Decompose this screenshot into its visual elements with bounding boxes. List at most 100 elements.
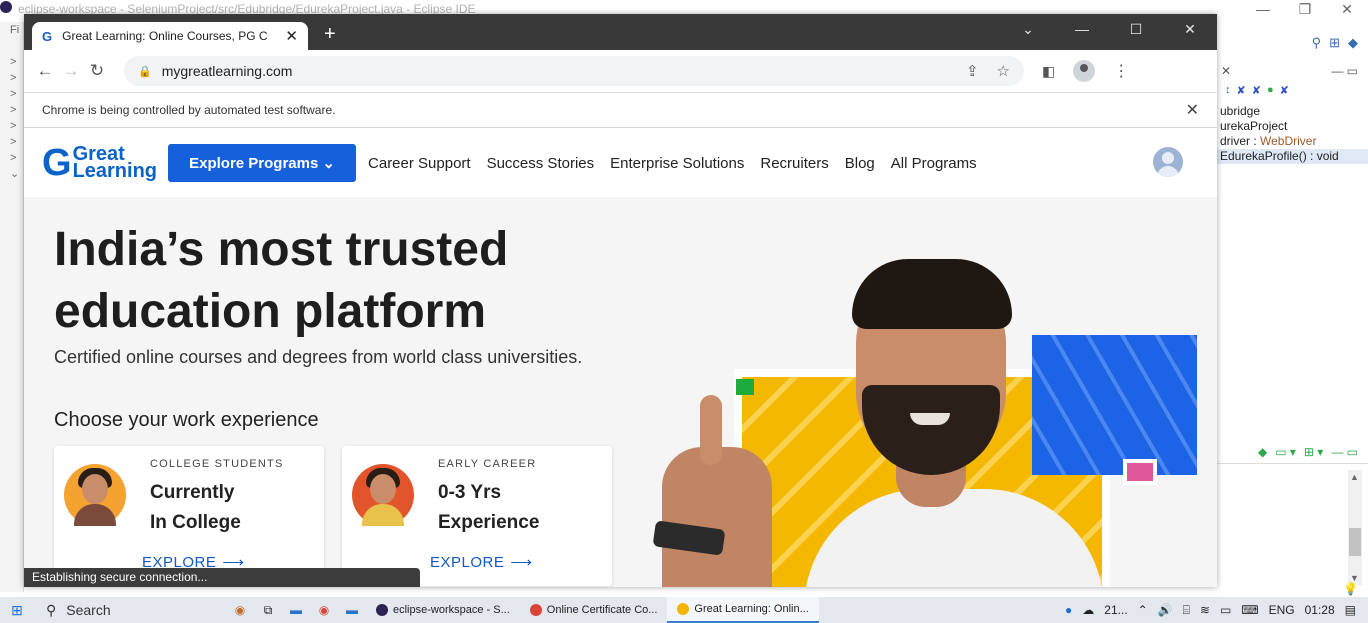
outline-item-selected[interactable]: EdurekaProfile() : void <box>1217 149 1368 164</box>
mail-icon[interactable]: ▬ <box>338 603 366 617</box>
network-icon[interactable]: ⌸ <box>1183 603 1190 618</box>
new-console-icon[interactable]: ⊞ ▾ <box>1304 445 1323 459</box>
language-indicator[interactable]: ENG <box>1269 603 1295 617</box>
outline-tree: ubridge urekaProject driver : WebDriver … <box>1217 104 1368 164</box>
keyboard-icon[interactable]: ⌨ <box>1241 603 1258 617</box>
expand-arrow-icon[interactable]: > <box>0 70 23 86</box>
experience-card-college[interactable]: COLLEGE STUDENTS Currently In College EX… <box>54 446 324 586</box>
explore-link[interactable]: EXPLORE ⟶ <box>430 553 532 572</box>
bookmark-star-icon[interactable]: ☆ <box>997 62 1010 80</box>
nav-all-programs[interactable]: All Programs <box>891 155 977 172</box>
weather-icon[interactable]: ☁ <box>1082 603 1094 617</box>
close-view-icon[interactable]: ✕ <box>1221 64 1231 84</box>
outline-item[interactable]: driver : WebDriver <box>1217 134 1368 149</box>
menu-kebab-icon[interactable]: ⋮ <box>1113 61 1129 81</box>
nav-recruiters[interactable]: Recruiters <box>760 155 828 172</box>
display-icon[interactable]: ▭ ▾ <box>1275 445 1296 459</box>
view-controls-icon[interactable]: — ▭ <box>1331 64 1358 84</box>
hide-local-types-icon[interactable]: ✘ <box>1280 84 1289 104</box>
new-tab-button[interactable]: + <box>324 23 336 46</box>
maximize-icon[interactable]: ☐ <box>1109 14 1163 50</box>
eclipse-window-controls: — ❐ ✕ <box>1242 2 1368 16</box>
hero-section: India’s most trusted education platform … <box>24 197 1217 587</box>
experience-card-early-career[interactable]: EARLY CAREER 0-3 Yrs Experience EXPLORE … <box>342 446 612 586</box>
expand-arrow-icon[interactable]: > <box>0 102 23 118</box>
notifications-icon[interactable]: ▤ <box>1345 603 1356 617</box>
nav-success-stories[interactable]: Success Stories <box>487 155 595 172</box>
close-icon[interactable]: ✕ <box>1326 2 1368 16</box>
outline-item[interactable]: urekaProject <box>1217 119 1368 134</box>
tray-app-icon[interactable]: ● <box>1065 603 1072 617</box>
sort-icon[interactable]: ↕ <box>1225 84 1231 104</box>
chrome-icon[interactable]: ◉ <box>310 603 338 617</box>
close-infobar-icon[interactable]: ✕ <box>1186 100 1199 120</box>
nav-career-support[interactable]: Career Support <box>368 155 471 172</box>
menu-file-fragment[interactable]: Fi <box>0 22 23 38</box>
nav-blog[interactable]: Blog <box>845 155 875 172</box>
task-view-icon[interactable]: ⧉ <box>254 603 282 618</box>
lightbulb-icon[interactable]: 💡 <box>1343 582 1358 596</box>
nav-enterprise-solutions[interactable]: Enterprise Solutions <box>610 155 744 172</box>
side-panel-icon[interactable]: ◧ <box>1042 63 1055 80</box>
great-learning-logo[interactable]: G Great Learning <box>42 144 157 182</box>
taskbar-app-chrome-great-learning[interactable]: Great Learning: Onlin... <box>667 597 819 623</box>
expand-arrow-icon[interactable]: > <box>0 150 23 166</box>
minimize-icon[interactable]: — <box>1055 14 1109 50</box>
student-photo <box>64 464 126 526</box>
expand-arrow-icon[interactable]: > <box>0 54 23 70</box>
hide-nonpublic-icon[interactable]: ● <box>1267 84 1274 104</box>
expand-arrow-icon[interactable]: > <box>0 134 23 150</box>
wifi-icon[interactable]: ≋ <box>1200 603 1210 617</box>
site-header: G Great Learning Explore Programs ⌄ Care… <box>24 129 1217 197</box>
chevron-up-icon[interactable]: ⌃ <box>1138 603 1148 617</box>
lock-icon[interactable]: 🔒 <box>138 65 152 78</box>
forward-button[interactable]: → <box>58 61 84 81</box>
scroll-thumb[interactable] <box>1349 528 1361 556</box>
explore-programs-button[interactable]: Explore Programs ⌄ <box>168 144 357 182</box>
outline-item[interactable]: ubridge <box>1217 104 1368 119</box>
expand-arrow-icon[interactable]: > <box>0 118 23 134</box>
minimize-icon[interactable]: — <box>1242 2 1284 16</box>
java-perspective-icon[interactable]: ◆ <box>1348 35 1358 51</box>
share-icon[interactable]: ⇪ <box>966 62 979 80</box>
view-controls-icon[interactable]: — ▭ <box>1331 445 1358 459</box>
person-hair <box>852 259 1012 329</box>
eclipse-left-gutter: Fi > > > > > > > ⌄ <box>0 22 24 592</box>
hide-fields-icon[interactable]: ✘ <box>1237 84 1246 104</box>
address-bar[interactable]: 🔒 mygreatlearning.com ⇪ ☆ <box>124 56 1024 86</box>
windows-start-icon[interactable]: ⊞ <box>0 602 34 619</box>
close-icon[interactable]: ✕ <box>1163 14 1217 50</box>
battery-icon[interactable]: ▭ <box>1220 603 1231 617</box>
windows-taskbar: ⊞ ⚲ Search ◉ ⧉ ▬ ◉ ▬ eclipse-workspace -… <box>0 597 1368 623</box>
clock[interactable]: 01:28 <box>1305 603 1335 617</box>
taskbar-app-chrome-certificate[interactable]: Online Certificate Co... <box>520 597 668 623</box>
chrome-window: G Great Learning: Online Courses, PG C ✕… <box>24 14 1217 587</box>
widgets-icon[interactable]: ◉ <box>226 603 254 617</box>
user-avatar-icon[interactable] <box>1153 147 1183 177</box>
taskbar-app-eclipse[interactable]: eclipse-workspace - S... <box>366 597 520 623</box>
search-icon[interactable]: ⚲ <box>1312 35 1322 51</box>
tab-search-icon[interactable]: ⌄ <box>1001 14 1055 50</box>
restore-icon[interactable]: ❐ <box>1284 2 1326 16</box>
perspective-icon[interactable]: ⊞ <box>1329 35 1340 51</box>
logo-g: G <box>42 142 72 184</box>
console-scrollbar[interactable]: ▲ ▼ <box>1348 470 1362 585</box>
search-label: Search <box>66 602 111 618</box>
reload-button[interactable]: ↻ <box>84 61 110 81</box>
taskbar-search[interactable]: ⚲ Search <box>46 602 226 619</box>
url-text[interactable]: mygreatlearning.com <box>162 63 966 79</box>
pin-icon[interactable]: ◆ <box>1258 445 1267 459</box>
browser-tab[interactable]: G Great Learning: Online Courses, PG C ✕ <box>32 22 308 50</box>
weather-temperature[interactable]: 21... <box>1104 603 1127 617</box>
back-button[interactable]: ← <box>32 61 58 81</box>
hero-title: India’s most trusted education platform <box>54 219 674 343</box>
scroll-up-icon[interactable]: ▲ <box>1350 472 1359 482</box>
person-pointing-finger <box>700 395 722 465</box>
close-tab-icon[interactable]: ✕ <box>285 27 298 45</box>
collapse-arrow-icon[interactable]: ⌄ <box>0 166 23 182</box>
volume-icon[interactable]: 🔊 <box>1158 603 1173 617</box>
file-explorer-icon[interactable]: ▬ <box>282 603 310 617</box>
hide-static-icon[interactable]: ✘ <box>1252 84 1261 104</box>
profile-icon[interactable] <box>1073 60 1096 82</box>
expand-arrow-icon[interactable]: > <box>0 86 23 102</box>
